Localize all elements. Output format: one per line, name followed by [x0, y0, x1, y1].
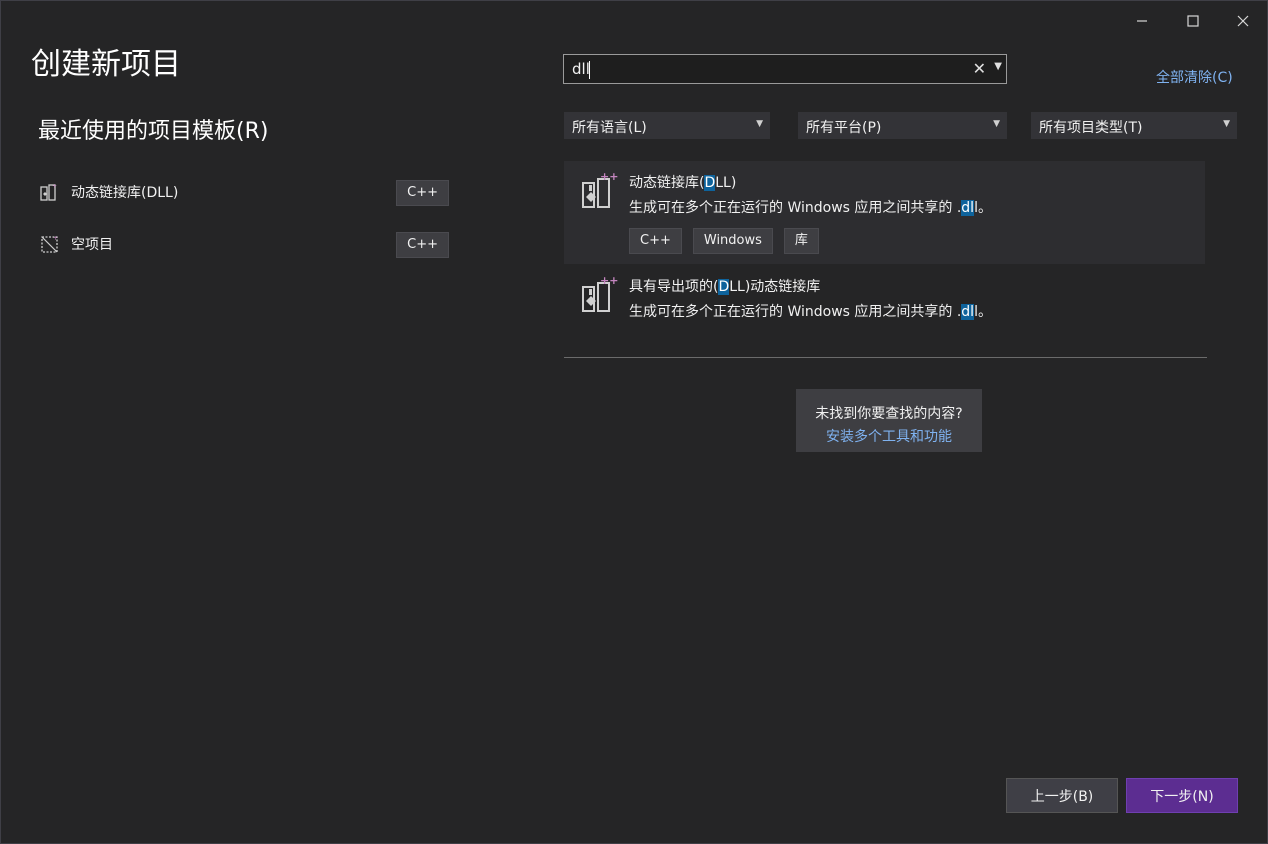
- language-tag: C++: [396, 232, 449, 258]
- clear-all-link[interactable]: 全部清除(C): [1156, 67, 1233, 87]
- svg-text:+: +: [52, 183, 57, 190]
- clear-icon[interactable]: ✕: [973, 59, 986, 78]
- result-title: 动态链接库(DLL): [629, 175, 737, 191]
- chevron-down-icon[interactable]: ▼: [994, 61, 1002, 72]
- recent-templates-heading: 最近使用的项目模板(R): [38, 119, 269, 144]
- empty-project-icon: +: [39, 233, 61, 255]
- maximize-icon: [1187, 15, 1199, 27]
- svg-text:+: +: [53, 235, 58, 242]
- recent-item-dll[interactable]: + 动态链接库(DLL) C++: [39, 177, 451, 207]
- results-divider: [564, 357, 1207, 358]
- install-tools-link[interactable]: 安装多个工具和功能: [796, 426, 982, 446]
- not-found-question: 未找到你要查找的内容?: [815, 406, 963, 422]
- close-button[interactable]: [1223, 7, 1263, 35]
- search-value: dll: [572, 60, 590, 78]
- chevron-down-icon: ▼: [993, 119, 1000, 129]
- tag-platform: Windows: [692, 228, 773, 254]
- project-type-filter[interactable]: 所有项目类型(T) ▼: [1031, 112, 1237, 139]
- filter-label: 所有平台(P): [806, 120, 882, 136]
- text-caret: [589, 61, 590, 79]
- filter-label: 所有语言(L): [572, 120, 647, 136]
- dll-project-icon: +: [39, 181, 61, 203]
- chevron-down-icon: ▼: [756, 119, 763, 129]
- result-description: 生成可在多个正在运行的 Windows 应用之间共享的 .dll。: [629, 200, 992, 216]
- minimize-icon: [1137, 20, 1147, 22]
- chevron-down-icon: ▼: [1223, 119, 1230, 129]
- recent-item-label: 空项目: [71, 237, 113, 253]
- search-input[interactable]: dll ✕ ▼: [563, 54, 1007, 84]
- tag-language: C++: [629, 228, 682, 254]
- recent-item-label: 动态链接库(DLL): [71, 185, 179, 201]
- result-item-dll-exports[interactable]: ++ 具有导出项的(DLL)动态链接库 生成可在多个正在运行的 Windows …: [564, 265, 1205, 329]
- svg-text:++: ++: [600, 275, 618, 287]
- result-description: 生成可在多个正在运行的 Windows 应用之间共享的 .dll。: [629, 304, 992, 320]
- tag-type: 库: [783, 228, 819, 254]
- minimize-button[interactable]: [1122, 7, 1162, 35]
- dll-template-icon: ++: [582, 275, 618, 312]
- not-found-panel: 未找到你要查找的内容? 安装多个工具和功能: [796, 389, 982, 452]
- dll-template-icon: ++: [582, 171, 618, 208]
- language-filter[interactable]: 所有语言(L) ▼: [564, 112, 770, 139]
- close-icon: [1237, 15, 1249, 27]
- page-title: 创建新项目: [31, 47, 181, 82]
- maximize-button[interactable]: [1173, 7, 1213, 35]
- language-tag: C++: [396, 180, 449, 206]
- filter-label: 所有项目类型(T): [1039, 120, 1143, 136]
- result-title: 具有导出项的(DLL)动态链接库: [629, 279, 821, 295]
- back-button[interactable]: 上一步(B): [1006, 778, 1118, 813]
- result-tags: C++ Windows 库: [629, 228, 819, 254]
- svg-text:++: ++: [600, 171, 618, 183]
- next-button[interactable]: 下一步(N): [1126, 778, 1238, 813]
- platform-filter[interactable]: 所有平台(P) ▼: [798, 112, 1007, 139]
- result-item-dll[interactable]: ++ 动态链接库(DLL) 生成可在多个正在运行的 Windows 应用之间共享…: [564, 161, 1205, 264]
- recent-item-empty-project[interactable]: + 空项目 C++: [39, 229, 451, 259]
